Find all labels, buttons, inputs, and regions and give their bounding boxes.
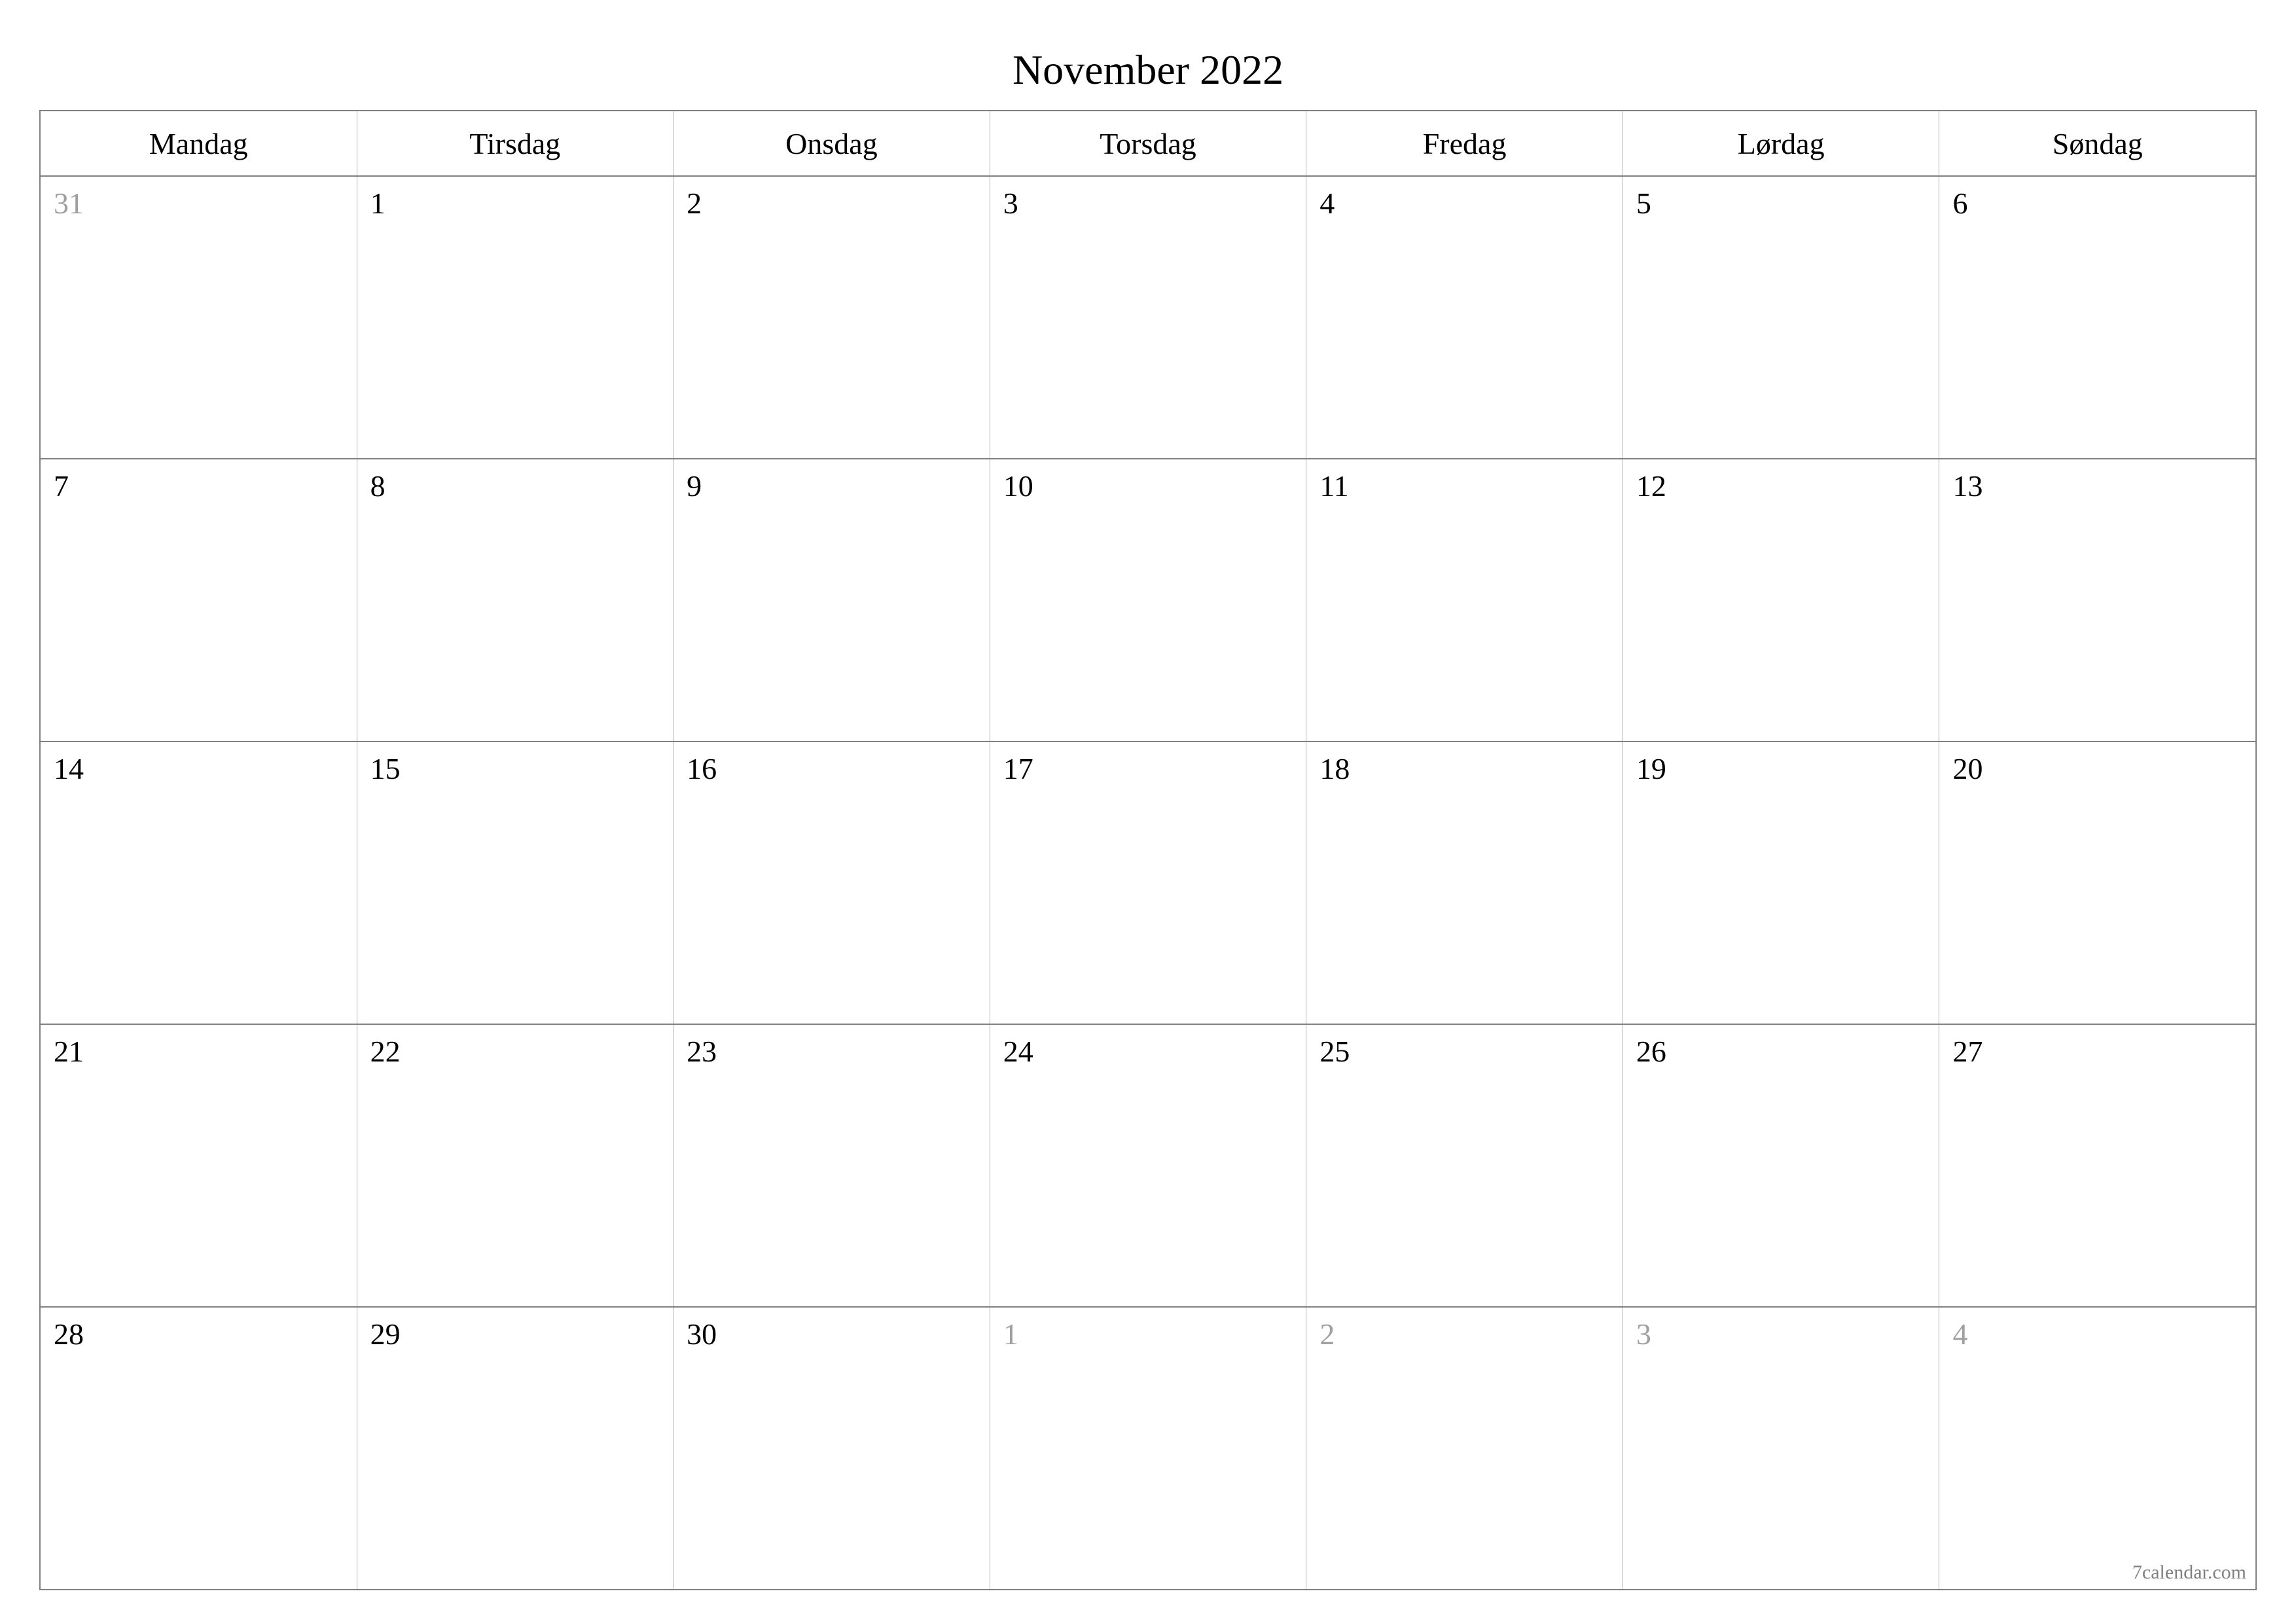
day-cell: 4 — [1939, 1308, 2255, 1589]
weekday-header: Tirsdag — [357, 111, 674, 175]
day-cell: 11 — [1306, 459, 1623, 741]
day-cell: 19 — [1623, 742, 1940, 1024]
day-cell: 20 — [1939, 742, 2255, 1024]
day-cell: 1 — [990, 1308, 1307, 1589]
week-row: 28 29 30 1 2 3 4 — [41, 1308, 2255, 1589]
weekday-header-row: Mandag Tirsdag Onsdag Torsdag Fredag Lør… — [41, 111, 2255, 177]
day-cell: 6 — [1939, 177, 2255, 458]
day-cell: 26 — [1623, 1025, 1940, 1306]
week-row: 21 22 23 24 25 26 27 — [41, 1025, 2255, 1308]
weekday-header: Lørdag — [1623, 111, 1940, 175]
day-cell: 23 — [673, 1025, 990, 1306]
day-cell: 24 — [990, 1025, 1307, 1306]
calendar-grid: Mandag Tirsdag Onsdag Torsdag Fredag Lør… — [39, 110, 2257, 1590]
weekday-header: Torsdag — [990, 111, 1307, 175]
weekday-header: Søndag — [1939, 111, 2255, 175]
day-cell: 7 — [41, 459, 357, 741]
weekday-header: Fredag — [1306, 111, 1623, 175]
week-row: 7 8 9 10 11 12 13 — [41, 459, 2255, 742]
calendar-page: November 2022 Mandag Tirsdag Onsdag Tors… — [0, 0, 2296, 1623]
footer-credit: 7calendar.com — [2132, 1561, 2246, 1584]
day-cell: 4 — [1306, 177, 1623, 458]
day-cell: 18 — [1306, 742, 1623, 1024]
day-cell: 14 — [41, 742, 357, 1024]
week-row: 14 15 16 17 18 19 20 — [41, 742, 2255, 1025]
day-cell: 17 — [990, 742, 1307, 1024]
page-title: November 2022 — [39, 46, 2257, 94]
day-cell: 3 — [990, 177, 1307, 458]
day-cell: 29 — [357, 1308, 674, 1589]
day-cell: 31 — [41, 177, 357, 458]
day-cell: 3 — [1623, 1308, 1940, 1589]
day-cell: 2 — [1306, 1308, 1623, 1589]
day-cell: 28 — [41, 1308, 357, 1589]
day-cell: 5 — [1623, 177, 1940, 458]
weekday-header: Onsdag — [673, 111, 990, 175]
week-row: 31 1 2 3 4 5 6 — [41, 177, 2255, 459]
day-cell: 15 — [357, 742, 674, 1024]
day-cell: 30 — [673, 1308, 990, 1589]
day-cell: 1 — [357, 177, 674, 458]
day-cell: 12 — [1623, 459, 1940, 741]
day-cell: 25 — [1306, 1025, 1623, 1306]
day-cell: 2 — [673, 177, 990, 458]
day-cell: 27 — [1939, 1025, 2255, 1306]
weeks-container: 31 1 2 3 4 5 6 7 8 9 10 11 12 13 14 15 1… — [41, 177, 2255, 1589]
day-cell: 22 — [357, 1025, 674, 1306]
day-cell: 9 — [673, 459, 990, 741]
day-cell: 8 — [357, 459, 674, 741]
day-cell: 21 — [41, 1025, 357, 1306]
day-cell: 13 — [1939, 459, 2255, 741]
weekday-header: Mandag — [41, 111, 357, 175]
day-cell: 10 — [990, 459, 1307, 741]
day-cell: 16 — [673, 742, 990, 1024]
